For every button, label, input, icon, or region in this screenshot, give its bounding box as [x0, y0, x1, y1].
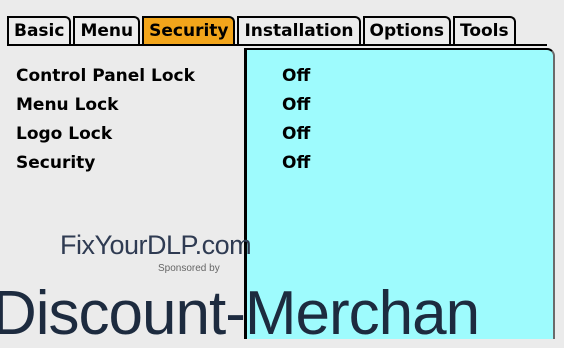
control-panel-lock-value[interactable]: Off: [282, 62, 310, 91]
menu-lock-label: Menu Lock: [16, 95, 119, 115]
security-value[interactable]: Off: [282, 149, 310, 178]
watermark-sponsor: Sponsored by: [158, 263, 220, 274]
control-panel-lock-label: Control Panel Lock: [16, 66, 195, 86]
security-label: Security: [16, 153, 96, 173]
tab-basic[interactable]: Basic: [7, 16, 72, 45]
menu-lock-value[interactable]: Off: [282, 91, 310, 120]
logo-lock-label: Logo Lock: [16, 124, 113, 144]
tab-menu[interactable]: Menu: [73, 16, 141, 45]
tab-bar: Basic Menu Security Installation Options…: [7, 16, 518, 45]
tab-tools[interactable]: Tools: [452, 16, 516, 45]
projector-menu: Basic Menu Security Installation Options…: [0, 0, 564, 345]
tab-options[interactable]: Options: [362, 16, 451, 45]
watermark-site: FixYourDLP.com: [60, 230, 252, 260]
settings-labels: Control Panel Lock Menu Lock Logo Lock S…: [16, 62, 195, 178]
tab-installation[interactable]: Installation: [237, 16, 361, 45]
tab-divider: [7, 44, 547, 46]
settings-values-panel: Off Off Off Off: [244, 48, 555, 339]
tab-security[interactable]: Security: [142, 16, 236, 45]
logo-lock-value[interactable]: Off: [282, 120, 310, 149]
settings-values: Off Off Off Off: [282, 62, 310, 178]
